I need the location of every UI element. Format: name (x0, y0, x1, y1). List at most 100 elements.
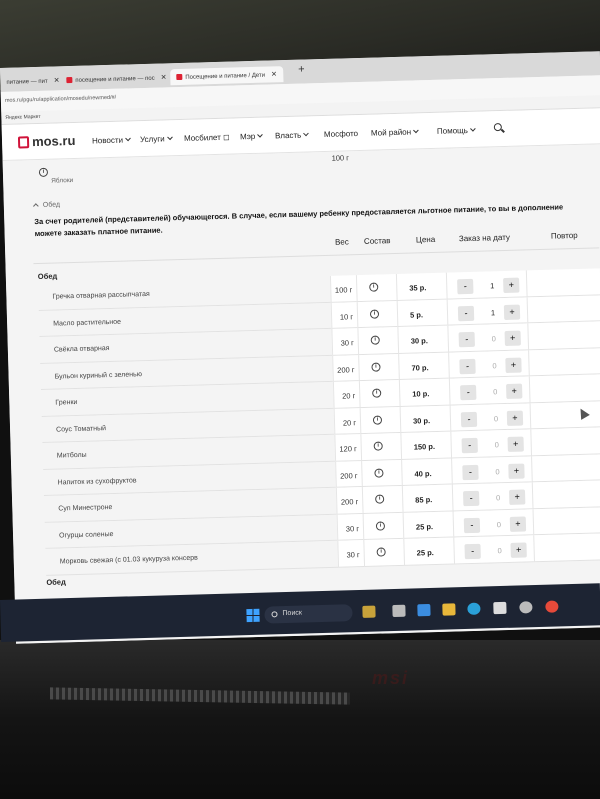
increase-button[interactable]: + (503, 277, 520, 294)
info-icon[interactable]: i (376, 547, 386, 557)
repeat-cell (530, 427, 600, 456)
quantity-value[interactable]: 0 (487, 334, 501, 343)
decrease-button[interactable]: - (464, 543, 481, 560)
favicon-icon (66, 77, 73, 84)
info-icon[interactable]: i (369, 282, 379, 292)
close-icon[interactable]: ✕ (271, 71, 277, 78)
nav-item-mosbilet[interactable]: Мосбилет ◻ (184, 133, 230, 143)
info-icon[interactable]: i (373, 441, 383, 451)
increase-button[interactable]: + (510, 542, 527, 558)
weight-cell: 20 г (332, 381, 360, 409)
decrease-button[interactable]: - (457, 305, 475, 321)
taskbar-search[interactable]: Поиск (264, 604, 353, 624)
nav-item-help[interactable]: Помощь (437, 126, 476, 136)
item-name: Свёкла отварная (53, 345, 110, 354)
order-cell: - 0 + (448, 349, 529, 379)
item-name: Суп Минестроне (58, 504, 113, 513)
price-cell: 30 р. (399, 405, 451, 433)
weight: 120 г (339, 444, 357, 454)
store-icon[interactable] (493, 601, 507, 615)
info-icon[interactable]: i (372, 388, 382, 398)
increase-button[interactable]: + (507, 436, 524, 452)
nav-item-mayor[interactable]: Мэр (240, 132, 264, 141)
settings-icon[interactable] (519, 601, 533, 614)
quantity-value[interactable]: 0 (489, 414, 503, 423)
order-cell: - 0 + (448, 376, 530, 406)
decrease-button[interactable]: - (462, 490, 480, 507)
nav-item-services[interactable]: Услуги (140, 134, 173, 144)
info-icon[interactable]: i (38, 167, 49, 177)
order-cell: - 0 + (452, 508, 534, 538)
quantity-value[interactable]: 0 (492, 520, 506, 529)
increase-button[interactable]: + (506, 410, 524, 426)
nav-item-my-district[interactable]: Мой район (371, 127, 419, 138)
quantity-value[interactable]: 0 (493, 546, 507, 555)
order-cell: - 0 + (447, 323, 529, 353)
decrease-button[interactable]: - (463, 517, 481, 533)
nav-item-news[interactable]: Новости (92, 135, 131, 145)
weight-cell: 200 г (335, 460, 362, 488)
windows-start-icon[interactable] (246, 608, 260, 623)
decrease-button[interactable]: - (461, 437, 478, 454)
header-price: Цена (415, 234, 436, 245)
close-icon[interactable]: ✕ (161, 74, 167, 81)
chevron-down-icon (413, 127, 419, 134)
repeat-cell (528, 347, 600, 377)
info-icon[interactable]: i (370, 335, 380, 345)
increase-button[interactable]: + (508, 463, 525, 479)
item-name: Гречка отварная рассыпчатая (52, 290, 150, 301)
new-tab-icon[interactable]: + (298, 63, 305, 75)
increase-button[interactable]: + (506, 383, 523, 399)
decrease-button[interactable]: - (459, 358, 476, 374)
decrease-button[interactable]: - (460, 384, 477, 401)
site-logo[interactable]: mos.ru (17, 133, 76, 150)
section-toggle[interactable]: Обед (33, 201, 60, 209)
increase-button[interactable]: + (509, 515, 527, 532)
weight-cell: 100 г (329, 275, 357, 303)
info-icon[interactable]: i (369, 309, 380, 319)
info-icon[interactable]: i (371, 361, 381, 372)
search-icon (271, 611, 278, 618)
quantity-value[interactable]: 0 (490, 467, 504, 476)
weight: 30 г (340, 338, 354, 348)
nav-item-government[interactable]: Власть (275, 130, 310, 140)
quantity-value[interactable]: 0 (487, 361, 501, 370)
repeat-cell (532, 506, 600, 536)
repeat-cell (531, 453, 600, 483)
edge-icon[interactable] (467, 602, 481, 615)
decrease-button[interactable]: - (460, 411, 478, 427)
quantity-value[interactable]: 1 (486, 308, 500, 317)
info-icon[interactable]: i (375, 494, 385, 504)
info-icon[interactable]: i (372, 414, 383, 425)
increase-button[interactable]: + (504, 330, 521, 347)
quantity-value[interactable]: 1 (485, 281, 499, 290)
quantity-value[interactable]: 0 (488, 387, 502, 396)
check-app-icon[interactable] (417, 603, 431, 617)
decrease-button[interactable]: - (457, 278, 474, 295)
close-icon[interactable]: ✕ (54, 77, 60, 84)
search-icon[interactable] (493, 123, 502, 132)
composition-cell: i (361, 459, 402, 488)
weather-icon[interactable] (362, 605, 376, 618)
chrome-icon[interactable] (545, 600, 559, 613)
weight: 100 г (334, 285, 353, 295)
decrease-button[interactable]: - (458, 331, 475, 348)
decrease-button[interactable]: - (462, 464, 479, 480)
quantity-value[interactable]: 0 (491, 493, 505, 502)
increase-button[interactable]: + (505, 357, 522, 373)
tab-3[interactable]: Посещение и питание / Дети ✕ (170, 66, 284, 86)
bookmark-item[interactable]: Яндекс Маркет (5, 114, 40, 121)
folder-icon[interactable] (442, 603, 456, 616)
tab-2[interactable]: посещение и питание — пос ✕ (60, 69, 173, 88)
quantity-value[interactable]: 0 (490, 440, 504, 449)
weight: 200 г (340, 497, 359, 507)
price: 70 р. (411, 362, 429, 373)
file-icon[interactable] (392, 604, 406, 618)
increase-button[interactable]: + (503, 304, 521, 320)
tab-1[interactable]: питание — пит ✕ (0, 72, 66, 90)
info-icon[interactable]: i (375, 520, 386, 531)
info-icon[interactable]: i (374, 467, 384, 478)
increase-button[interactable]: + (508, 489, 526, 505)
weight-cell: 200 г (335, 487, 363, 515)
nav-item-mosfoto[interactable]: Мосфото (324, 129, 358, 139)
